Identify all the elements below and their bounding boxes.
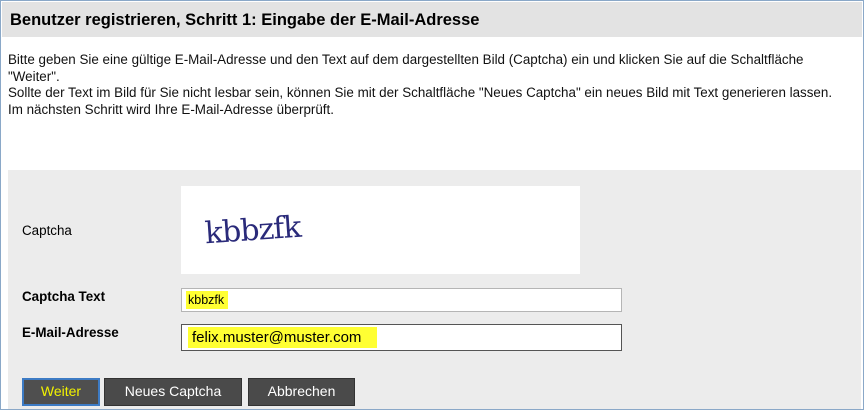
email-value: felix.muster@muster.com (188, 327, 378, 348)
captcha-text-input[interactable]: kbbzfk (181, 288, 622, 312)
captcha-label: Captcha (22, 223, 72, 238)
new-captcha-button[interactable]: Neues Captcha (104, 378, 242, 406)
captcha-text-value: kbbzfk (186, 291, 229, 309)
weiter-button[interactable]: Weiter (22, 378, 100, 406)
email-label: E-Mail-Adresse (22, 325, 119, 340)
captcha-image-text: kbbzfk (204, 210, 304, 252)
instructions: Bitte geben Sie eine gültige E-Mail-Adre… (8, 52, 858, 118)
email-input[interactable]: felix.muster@muster.com (181, 324, 622, 351)
captcha-text-label: Captcha Text (22, 289, 106, 304)
cancel-button[interactable]: Abbrechen (248, 378, 355, 406)
instruction-line: Im nächsten Schritt wird Ihre E-Mail-Adr… (8, 101, 334, 117)
instruction-line: Bitte geben Sie eine gültige E-Mail-Adre… (8, 52, 804, 84)
title-bar: Benutzer registrieren, Schritt 1: Eingab… (2, 2, 862, 37)
captcha-glyphs: kbbzfk (204, 210, 304, 252)
captcha-image: kbbzfk (181, 186, 580, 274)
instruction-line: Sollte der Text im Bild für Sie nicht le… (8, 85, 833, 100)
page-title: Benutzer registrieren, Schritt 1: Eingab… (10, 11, 480, 29)
